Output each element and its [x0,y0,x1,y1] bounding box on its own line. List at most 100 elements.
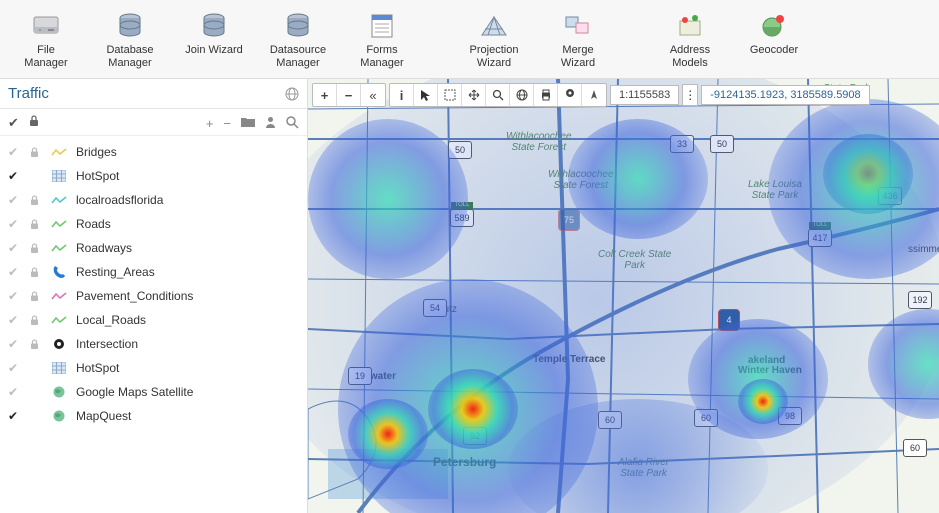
layer-type-icon [50,216,68,232]
layer-check-icon[interactable]: ✔ [8,145,22,159]
layer-row[interactable]: ✔ HotSpot [0,164,307,188]
layer-check-icon[interactable]: ✔ [8,385,22,399]
layer-row[interactable]: ✔ Bridges [0,140,307,164]
datasource-icon [280,10,316,42]
add-layer-icon[interactable]: + [206,116,214,131]
zoom-in-button[interactable]: + [313,84,337,106]
app-toolbar: FileManagerDatabaseManagerJoin WizardDat… [0,0,939,79]
toolbar-label: Join Wizard [172,44,256,57]
layer-check-icon[interactable]: ✔ [8,337,22,351]
layer-check-icon[interactable]: ✔ [8,289,22,303]
layer-row[interactable]: ✔HotSpot [0,356,307,380]
layer-type-icon [50,240,68,256]
layer-type-icon [50,264,68,280]
map-base: WithlacoocheeState Forest WithlacoocheeS… [308,79,939,513]
layer-type-icon [50,288,68,304]
north-arrow-button[interactable] [582,84,606,106]
layer-lock-icon[interactable] [30,219,42,230]
layer-lock-icon[interactable] [30,195,42,206]
check-all-icon[interactable]: ✔ [8,115,19,131]
layer-check-icon[interactable]: ✔ [8,241,22,255]
layer-check-icon[interactable]: ✔ [8,193,22,207]
layer-check-icon[interactable]: ✔ [8,217,22,231]
layer-row[interactable]: ✔ Roadways [0,236,307,260]
layer-lock-icon[interactable] [30,243,42,254]
forms-icon [364,10,400,42]
select-box-button[interactable] [438,84,462,106]
drive-icon [28,10,64,42]
layer-label: localroadsflorida [76,193,163,207]
lock-all-icon[interactable] [29,115,39,131]
layer-lock-icon[interactable] [30,267,42,278]
pan-button[interactable] [462,84,486,106]
layer-type-icon [50,360,68,376]
scale-more-button[interactable]: ⋮ [682,84,698,106]
info-button[interactable]: i [390,84,414,106]
layer-label: Google Maps Satellite [76,385,193,399]
layer-check-icon[interactable]: ✔ [8,313,22,327]
layer-controls: ✔ + − [0,109,307,136]
folder-icon[interactable] [241,116,255,131]
layer-row[interactable]: ✔Pavement_Conditions [0,284,307,308]
toolbar-forms[interactable]: FormsManager [340,8,424,72]
layer-row[interactable]: ✔ Roads [0,212,307,236]
toolbar-label: DatabaseManager [88,44,172,70]
layer-row[interactable]: ✔Local_Roads [0,308,307,332]
layer-lock-icon[interactable] [30,339,42,350]
road-network [308,79,939,513]
layer-check-icon[interactable]: ✔ [8,169,22,183]
layer-row[interactable]: ✔ localroadsflorida [0,188,307,212]
merge-icon [560,10,596,42]
map-coords-display: -9124135.1923, 3185589.5908 [701,85,869,105]
map-scale-display: 1:1155583 [610,85,679,105]
projection-icon [476,10,512,42]
geocoder-icon [756,10,792,42]
layer-type-icon [50,192,68,208]
collapse-button[interactable]: « [361,84,385,106]
database-icon [112,10,148,42]
layer-lock-icon[interactable] [30,147,42,158]
layer-row[interactable]: ✔ Intersection [0,332,307,356]
layer-row[interactable]: ✔ Google Maps Satellite [0,380,307,404]
layer-type-icon [50,384,68,400]
print-button[interactable] [534,84,558,106]
layer-label: Roads [76,217,111,231]
toolbar-address[interactable]: AddressModels [648,8,732,72]
remove-layer-icon[interactable]: − [223,116,231,131]
layer-row[interactable]: ✔ Resting_Areas [0,260,307,284]
layer-lock-icon[interactable] [30,291,42,302]
map-viewport[interactable]: WithlacoocheeState Forest WithlacoocheeS… [308,79,939,513]
layer-lock-icon[interactable] [30,315,42,326]
toolbar-datasource[interactable]: DatasourceManager [256,8,340,72]
zoom-extent-button[interactable] [486,84,510,106]
toolbar-database-join[interactable]: Join Wizard [172,8,256,72]
layer-label: Resting_Areas [76,265,155,279]
zoom-icon[interactable] [286,116,299,131]
layer-type-icon [50,312,68,328]
zoom-out-button[interactable]: − [337,84,361,106]
toolbar-drive[interactable]: FileManager [4,8,88,72]
toolbar-label: FileManager [4,44,88,70]
layer-label: MapQuest [76,409,131,423]
layer-type-icon [50,144,68,160]
globe-button[interactable] [510,84,534,106]
layer-label: Bridges [76,145,117,159]
toolbar-label: DatasourceManager [256,44,340,70]
layer-label: Roadways [76,241,132,255]
toolbar-merge[interactable]: MergeWizard [536,8,620,72]
layer-type-icon [50,336,68,352]
toolbar-database[interactable]: DatabaseManager [88,8,172,72]
layer-check-icon[interactable]: ✔ [8,409,22,423]
toolbar-label: ProjectionWizard [452,44,536,70]
toolbar-geocoder[interactable]: Geocoder [732,8,816,72]
layer-row[interactable]: ✔ MapQuest [0,404,307,428]
pin-button[interactable] [558,84,582,106]
layer-label: HotSpot [76,169,119,183]
layer-check-icon[interactable]: ✔ [8,361,22,375]
user-icon[interactable] [265,116,276,131]
sidebar-globe-icon[interactable] [285,87,299,101]
layer-label: Intersection [76,337,138,351]
layer-check-icon[interactable]: ✔ [8,265,22,279]
toolbar-projection[interactable]: ProjectionWizard [452,8,536,72]
select-pointer-button[interactable] [414,84,438,106]
